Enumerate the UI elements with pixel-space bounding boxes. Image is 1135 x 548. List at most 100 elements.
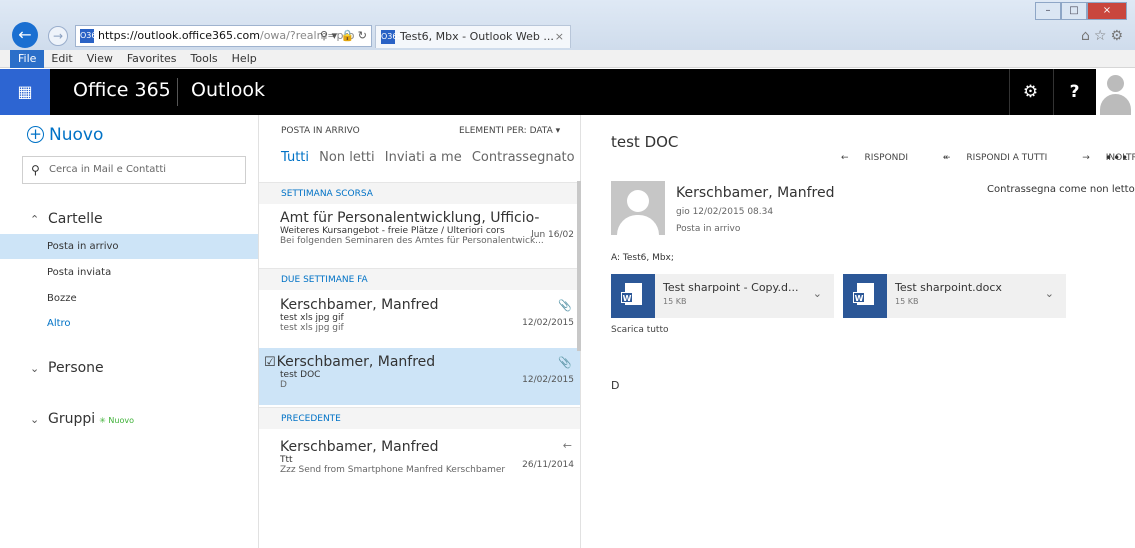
attachment-card[interactable]: W Test sharpoint - Copy.d... 15 KB ⌄ [611,274,834,318]
email-subject: test DOC [611,133,679,151]
reply-arrow-icon: ← [841,153,849,163]
address-bar[interactable]: O365https://outlook.office365.com/owa/?r… [75,25,372,47]
browser-tab[interactable]: O365 Test6, Mbx - Outlook Web ... × [375,25,571,48]
tab-to-me[interactable]: Inviati a me [385,150,462,165]
attachment-card[interactable]: W Test sharpoint.docx 15 KB ⌄ [843,274,1066,318]
reply-all-button[interactable]: ↞ RISPONDI A TUTTI [943,153,1063,163]
checkbox-checked-icon[interactable]: ☑ [264,355,276,370]
favorites-star-icon[interactable]: ☆ [1094,28,1111,44]
email-folder: Posta in arrivo [676,224,741,234]
people-header[interactable]: ⌄ Persone [30,360,104,376]
caret-down-icon: ▾ [555,126,561,136]
tab-title: Test6, Mbx - Outlook Web ... [400,30,554,43]
folder-sent[interactable]: Posta inviata [0,260,258,285]
more-actions-icon[interactable]: ••• [1105,151,1129,165]
attachment-size: 15 KB [663,297,687,306]
message-sender: Amt für Personalentwicklung, Ufficio- [280,210,540,226]
reply-button[interactable]: ← RISPONDI [841,153,924,163]
chevron-down-icon[interactable]: ⌄ [1045,287,1054,300]
close-window-icon[interactable]: × [1087,2,1127,20]
reading-pane: test DOC ← RISPONDI ↞ RISPONDI A TUTTI → IN… [581,115,1135,548]
close-tab-icon[interactable]: × [555,26,564,48]
back-arrow-icon[interactable]: ← [12,22,38,48]
brand-name[interactable]: Office 365 [73,79,171,101]
browser-chrome: ← → O365https://outlook.office365.com/ow… [0,0,1135,50]
filter-tabs: Tutti Non letti Inviati a me Contrassegn… [281,150,581,165]
folder-inbox[interactable]: Posta in arrivo [0,234,258,259]
message-sender: Kerschbamer, Manfred [276,354,436,370]
left-navigation: + Nuovo ⚲ Cerca in Mail e Contatti ⌃ Cartel… [0,115,258,548]
menu-help[interactable]: Help [225,50,264,68]
message-sender: Kerschbamer, Manfred [280,297,439,313]
menu-edit[interactable]: Edit [44,50,79,68]
search-placeholder: Cerca in Mail e Contatti [49,164,167,175]
browser-toolbar-icons: ⌂☆⚙ [1081,28,1127,44]
new-message-button[interactable]: + Nuovo [27,125,103,145]
tab-unread[interactable]: Non letti [319,150,374,165]
forward-arrow-icon[interactable]: → [48,26,68,46]
message-date: lun 16/02 [531,230,574,240]
new-label: Nuovo [49,125,104,145]
groups-badge-text: Nuovo [108,416,134,425]
groups-header[interactable]: ⌄ Gruppi ✳ Nuovo [30,411,134,427]
groups-new-badge: ✳ Nuovo [99,416,134,425]
search-input[interactable]: ⚲ Cerca in Mail e Contatti [22,156,246,184]
message-date: 26/11/2014 [522,460,574,470]
address-bar-search-lock-refresh-icons[interactable]: ⚲ ▾ 🔒 ↻ [320,26,367,46]
group-header: DUE SETTIMANE FA [259,268,580,290]
word-doc-icon: W [843,274,887,318]
word-doc-icon: W [611,274,655,318]
user-avatar[interactable] [1096,69,1135,115]
download-all-link[interactable]: Scarica tutto [611,325,669,335]
tab-all[interactable]: Tutti [281,150,309,165]
attachment-name: Test sharpoint - Copy.d... [663,281,799,294]
people-label: Persone [48,360,104,376]
help-question-icon[interactable]: ? [1053,69,1095,115]
window-controls: – □ × [1035,2,1127,20]
message-date: 12/02/2015 [522,318,574,328]
folder-more[interactable]: Altro [0,311,258,336]
search-icon: ⚲ [31,163,40,177]
menu-bar: File Edit View Favorites Tools Help [0,50,1135,68]
paperclip-icon: 📎 [558,299,572,312]
minimize-icon[interactable]: – [1035,2,1061,20]
message-item[interactable]: Kerschbamer, Manfred 📎 test xls jpg gif … [259,291,580,346]
folders-header[interactable]: ⌃ Cartelle [30,211,103,227]
office-favicon-icon: O365 [381,30,403,44]
chevron-down-icon: ⌄ [30,413,40,426]
sort-filter-dropdown[interactable]: ELEMENTI PER: DATA ▾ [459,126,560,136]
suite-header: ▦ Office 365 Outlook ⚙ ? [0,69,1135,115]
tools-gear-icon[interactable]: ⚙ [1110,28,1127,44]
reply-label: RISPONDI [864,153,908,163]
tab-flagged[interactable]: Contrassegnato [472,150,575,165]
chevron-down-icon[interactable]: ⌄ [813,287,822,300]
app-launcher-waffle-icon[interactable]: ▦ [0,69,50,115]
menu-tools[interactable]: Tools [184,50,225,68]
menu-file[interactable]: File [10,50,45,68]
home-icon[interactable]: ⌂ [1081,28,1094,44]
reply-all-arrow-icon: ↞ [942,153,951,163]
message-date: 12/02/2015 [522,375,574,385]
mark-unread-link[interactable]: Contrassegna come non letto [987,184,1135,195]
menu-view[interactable]: View [80,50,120,68]
group-header: PRECEDENTE [259,407,580,429]
chevron-up-icon: ⌃ [30,213,40,226]
email-sender[interactable]: Kerschbamer, Manfred [676,185,835,201]
menu-favorites[interactable]: Favorites [120,50,184,68]
message-list: POSTA IN ARRIVO ELEMENTI PER: DATA ▾ Tut… [259,115,580,548]
settings-gear-icon[interactable]: ⚙ [1009,69,1051,115]
list-title: POSTA IN ARRIVO [281,126,360,136]
groups-label: Gruppi [48,411,96,427]
message-item[interactable]: Kerschbamer, Manfred ← Ttt 26/11/2014 Zz… [259,433,580,487]
email-actions: ←RISPONDI ↞RISPONDI A TUTTI →INOLTRA [841,153,1135,163]
email-body: D [611,379,620,392]
attachment-name: Test sharpoint.docx [895,281,1002,294]
message-item-selected[interactable]: ☑Kerschbamer, Manfred 📎 test DOC 12/02/2… [259,348,580,405]
app-name[interactable]: Outlook [191,79,265,101]
message-item[interactable]: Amt für Personalentwicklung, Ufficio- We… [259,210,580,262]
maximize-icon[interactable]: □ [1061,2,1087,20]
attachment-size: 15 KB [895,297,919,306]
folder-drafts[interactable]: Bozze [0,286,258,311]
header-divider [177,78,178,106]
sort-label: ELEMENTI PER: DATA [459,126,553,136]
